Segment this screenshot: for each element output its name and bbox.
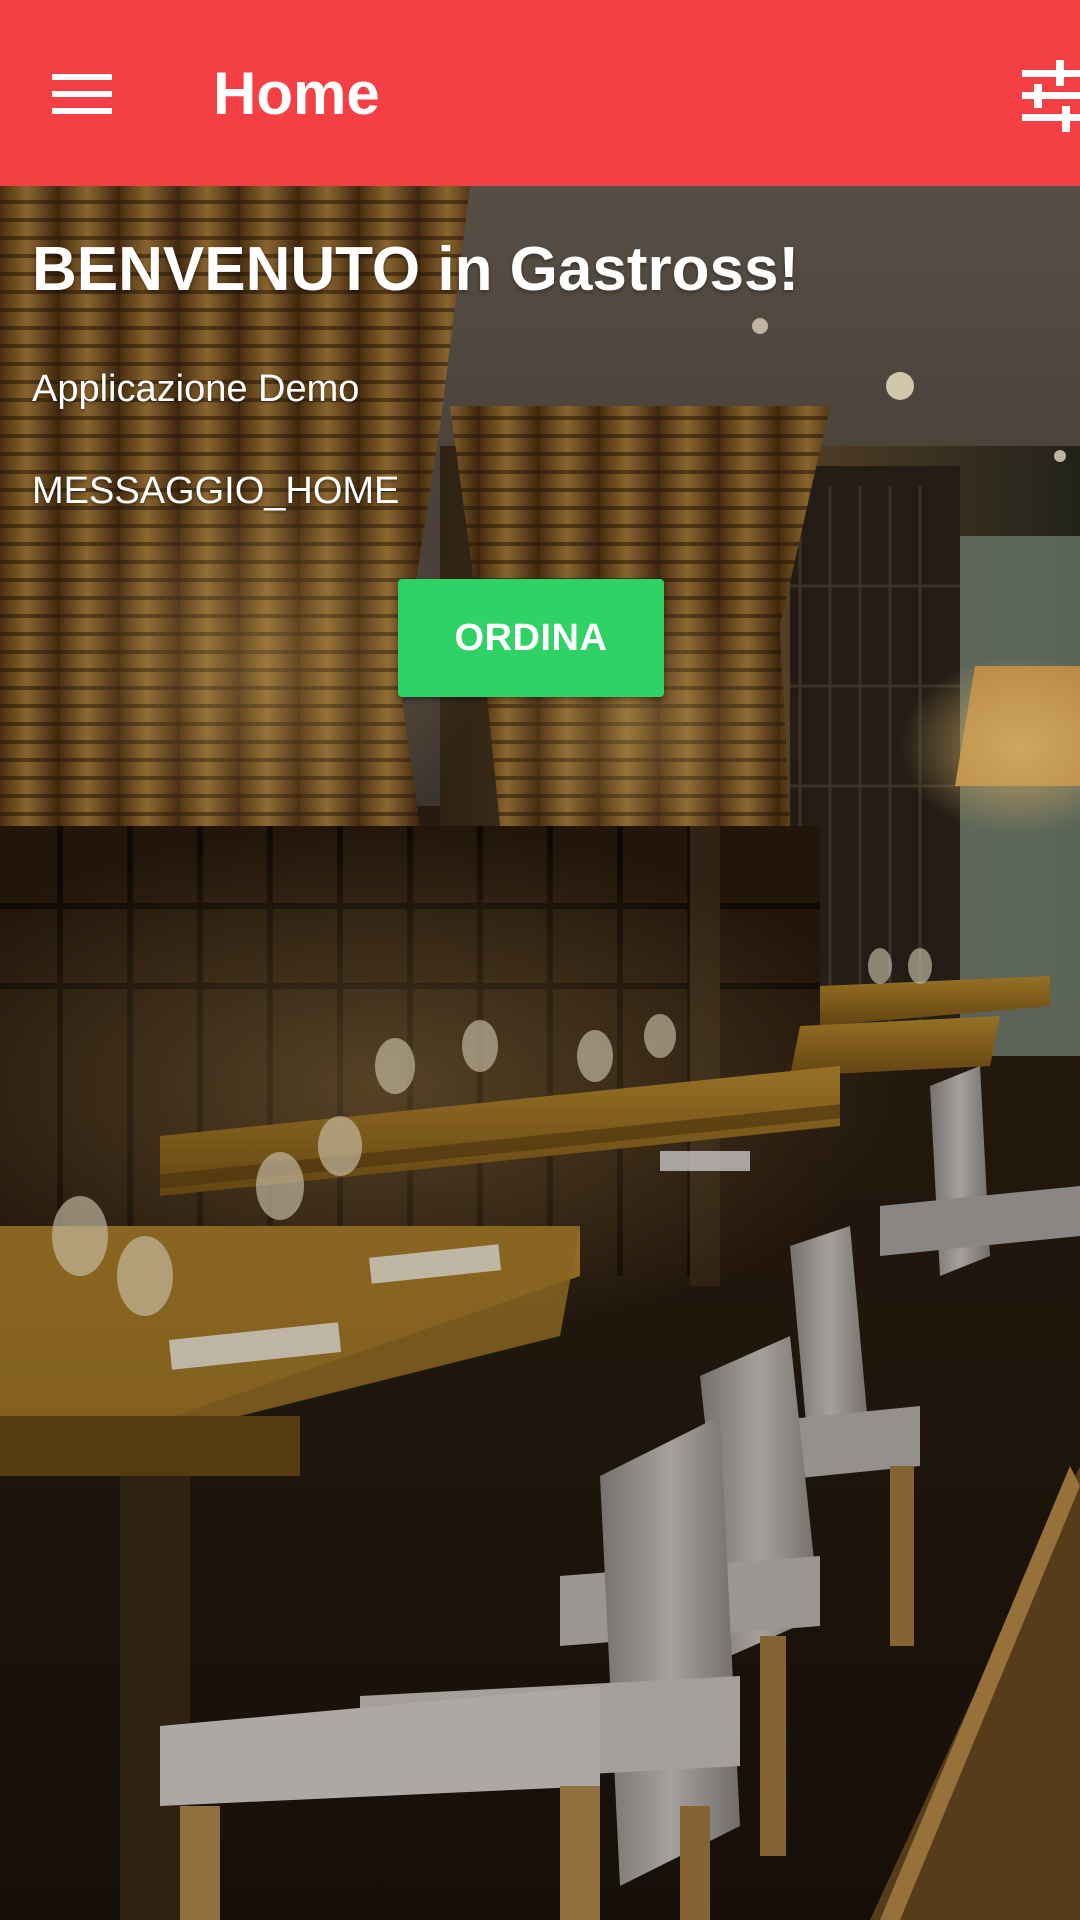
filter-button[interactable] <box>1022 60 1080 132</box>
home-screen: Home BENVENUTO in Gastross! Applicazione… <box>0 0 1080 1920</box>
welcome-heading: BENVENUTO in Gastross! <box>32 235 800 304</box>
home-message: MESSAGGIO_HOME <box>32 470 400 512</box>
page-title: Home <box>213 60 380 127</box>
app-bar: Home <box>0 0 1080 186</box>
tune-sliders-icon <box>1022 60 1080 132</box>
app-subtitle: Applicazione Demo <box>32 368 360 410</box>
hamburger-menu-icon <box>52 74 112 80</box>
menu-button[interactable] <box>48 66 116 122</box>
order-button[interactable]: ORDINA <box>398 579 664 697</box>
restaurant-background-image <box>0 186 1080 1920</box>
